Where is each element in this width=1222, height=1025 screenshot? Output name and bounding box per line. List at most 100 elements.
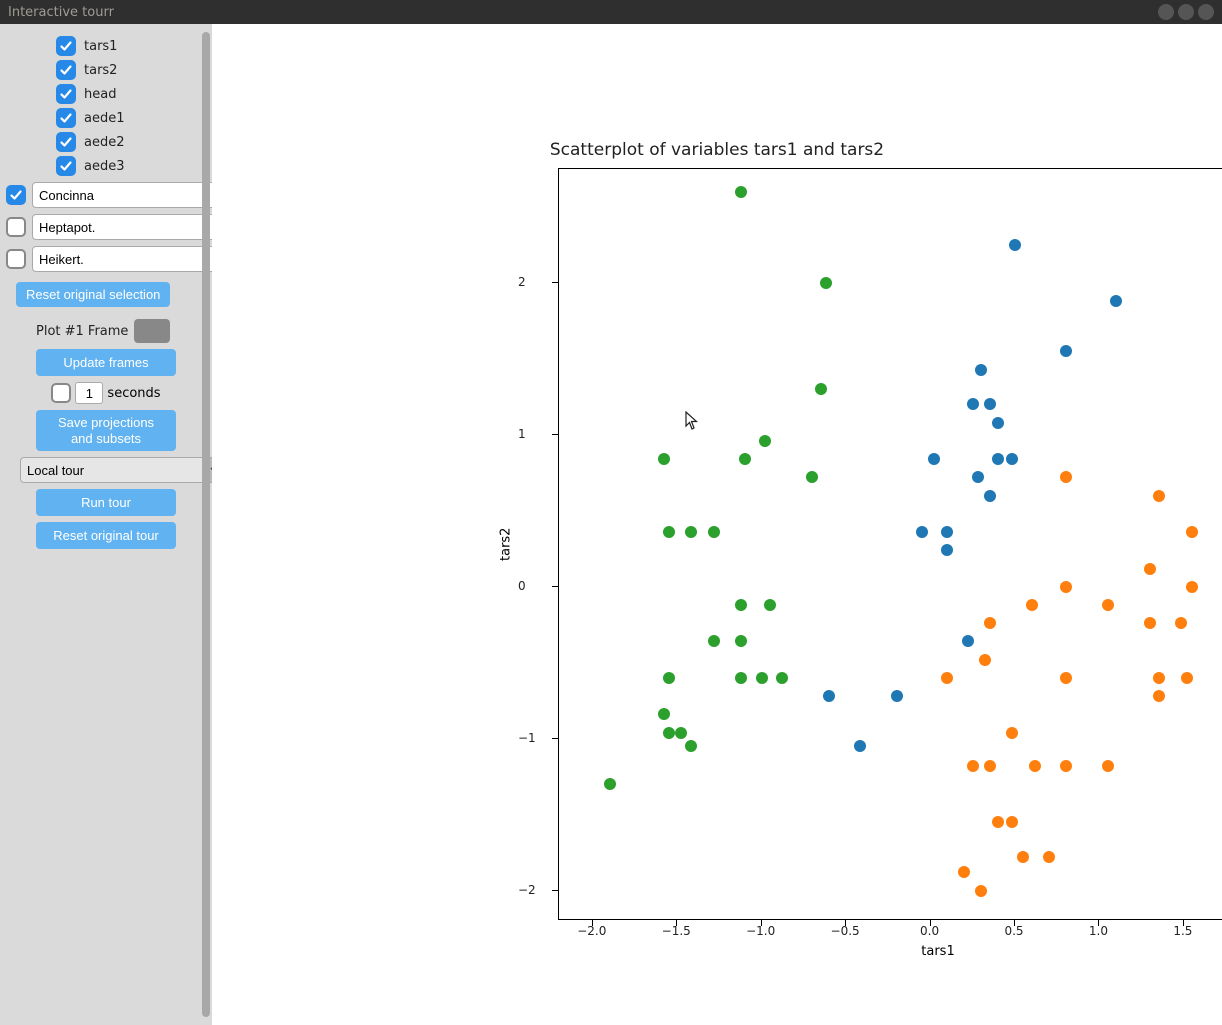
sidebar: tars1tars2headaede1aede2aede3 Reset orig… xyxy=(0,24,212,1025)
data-point xyxy=(1026,599,1038,611)
data-point xyxy=(1102,599,1114,611)
data-point xyxy=(675,727,687,739)
species-checkbox[interactable] xyxy=(6,217,26,237)
reset-selection-button[interactable]: Reset original selection xyxy=(16,282,170,307)
data-point xyxy=(984,398,996,410)
var-label: aede2 xyxy=(84,135,125,150)
data-point xyxy=(708,526,720,538)
data-point xyxy=(1060,345,1072,357)
x-tick: −1.0 xyxy=(746,924,775,938)
data-point xyxy=(941,526,953,538)
data-point xyxy=(891,690,903,702)
data-point xyxy=(984,490,996,502)
x-tick: −2.0 xyxy=(577,924,606,938)
data-point xyxy=(663,672,675,684)
data-point xyxy=(1017,851,1029,863)
data-point xyxy=(1060,672,1072,684)
data-point xyxy=(820,277,832,289)
x-tick: 0.5 xyxy=(1004,924,1023,938)
frame-value-box xyxy=(134,319,170,343)
save-projections-button[interactable]: Save projections and subsets xyxy=(36,410,176,451)
data-point xyxy=(759,435,771,447)
var-checkbox-aede2[interactable] xyxy=(56,132,76,152)
data-point xyxy=(823,690,835,702)
data-point xyxy=(663,727,675,739)
data-point xyxy=(685,740,697,752)
update-frames-button[interactable]: Update frames xyxy=(36,349,176,376)
data-point xyxy=(735,635,747,647)
data-point xyxy=(764,599,776,611)
x-tick: 1.5 xyxy=(1173,924,1192,938)
data-point xyxy=(658,453,670,465)
maximize-icon[interactable] xyxy=(1178,4,1194,20)
frame-label: Plot #1 Frame xyxy=(36,324,128,339)
species-name-input[interactable] xyxy=(32,182,222,208)
data-point xyxy=(1144,617,1156,629)
data-point xyxy=(1060,760,1072,772)
data-point xyxy=(1175,617,1187,629)
data-point xyxy=(975,364,987,376)
species-name-input[interactable] xyxy=(32,214,222,240)
data-point xyxy=(1043,851,1055,863)
data-point xyxy=(992,816,1004,828)
data-point xyxy=(735,186,747,198)
species-name-input[interactable] xyxy=(32,246,222,272)
data-point xyxy=(1110,295,1122,307)
data-point xyxy=(1029,760,1041,772)
mouse-cursor xyxy=(685,411,699,431)
var-checkbox-aede1[interactable] xyxy=(56,108,76,128)
close-icon[interactable] xyxy=(1198,4,1214,20)
x-tick: −1.5 xyxy=(662,924,691,938)
sidebar-scrollbar[interactable] xyxy=(202,32,210,1017)
data-point xyxy=(708,635,720,647)
y-tick: −1 xyxy=(518,731,536,745)
data-point xyxy=(1181,672,1193,684)
data-point xyxy=(1153,672,1165,684)
species-checkbox[interactable] xyxy=(6,185,26,205)
var-label: tars2 xyxy=(84,63,117,78)
plot-area: Scatterplot of variables tars1 and tars2… xyxy=(212,24,1222,1025)
var-checkbox-tars1[interactable] xyxy=(56,36,76,56)
var-checkbox-tars2[interactable] xyxy=(56,60,76,80)
species-checkbox[interactable] xyxy=(6,249,26,269)
data-point xyxy=(739,453,751,465)
data-point xyxy=(958,866,970,878)
data-point xyxy=(815,383,827,395)
y-tick: 1 xyxy=(518,427,526,441)
interval-checkbox[interactable] xyxy=(51,383,71,403)
y-tick: 2 xyxy=(518,275,526,289)
run-tour-button[interactable]: Run tour xyxy=(36,489,176,516)
data-point xyxy=(1102,760,1114,772)
var-checkbox-aede3[interactable] xyxy=(56,156,76,176)
tour-type-select[interactable] xyxy=(20,457,210,483)
data-point xyxy=(916,526,928,538)
data-point xyxy=(984,617,996,629)
seconds-label: seconds xyxy=(107,386,160,401)
var-label: aede1 xyxy=(84,111,125,126)
seconds-input[interactable] xyxy=(75,382,103,404)
data-point xyxy=(992,453,1004,465)
x-tick: 1.0 xyxy=(1089,924,1108,938)
data-point xyxy=(854,740,866,752)
data-point xyxy=(1060,471,1072,483)
var-label: head xyxy=(84,87,116,102)
data-point xyxy=(1009,239,1021,251)
var-label: aede3 xyxy=(84,159,125,174)
data-point xyxy=(984,760,996,772)
data-point xyxy=(776,672,788,684)
minimize-icon[interactable] xyxy=(1158,4,1174,20)
data-point xyxy=(1153,490,1165,502)
data-point xyxy=(1186,526,1198,538)
plot-box xyxy=(558,168,1222,920)
var-checkbox-head[interactable] xyxy=(56,84,76,104)
x-tick: 0.0 xyxy=(920,924,939,938)
y-tick: −2 xyxy=(518,883,536,897)
data-point xyxy=(1006,816,1018,828)
data-point xyxy=(806,471,818,483)
data-point xyxy=(1153,690,1165,702)
data-point xyxy=(975,885,987,897)
data-point xyxy=(604,778,616,790)
y-tick: 0 xyxy=(518,579,526,593)
x-tick: −0.5 xyxy=(831,924,860,938)
reset-tour-button[interactable]: Reset original tour xyxy=(36,522,176,549)
